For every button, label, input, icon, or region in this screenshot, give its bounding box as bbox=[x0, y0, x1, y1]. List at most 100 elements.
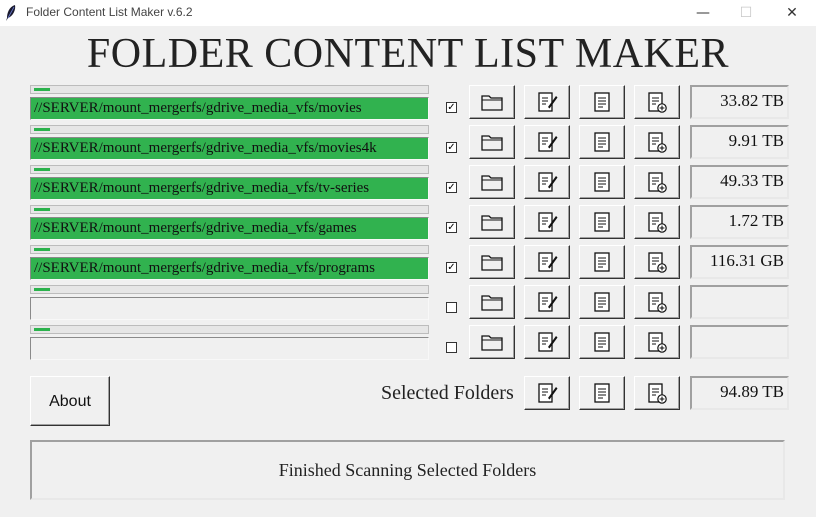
folder-path-field[interactable]: //SERVER/mount_mergerfs/gdrive_media_vfs… bbox=[30, 177, 429, 200]
close-button[interactable]: ✕ bbox=[770, 0, 814, 26]
list-document-icon bbox=[594, 383, 610, 403]
edit-list-button[interactable] bbox=[524, 85, 570, 119]
progress-fill bbox=[34, 168, 50, 171]
browse-folder-button[interactable] bbox=[469, 125, 515, 159]
folder-path-field[interactable]: //SERVER/mount_mergerfs/gdrive_media_vfs… bbox=[30, 217, 429, 240]
browse-folder-button[interactable] bbox=[469, 325, 515, 359]
folder-checkbox[interactable]: ✓ bbox=[446, 222, 457, 233]
add-list-icon bbox=[648, 252, 667, 273]
add-list-button[interactable] bbox=[634, 325, 680, 359]
list-document-icon bbox=[594, 212, 610, 232]
selected-edit-list-button[interactable] bbox=[524, 376, 570, 410]
list-button[interactable] bbox=[579, 325, 625, 359]
folder-checkbox[interactable] bbox=[446, 302, 457, 313]
add-list-icon bbox=[648, 132, 667, 153]
folder-row: //SERVER/mount_mergerfs/gdrive_media_vfs… bbox=[0, 125, 816, 165]
scan-progress-bar bbox=[30, 165, 429, 174]
list-button[interactable] bbox=[579, 125, 625, 159]
folder-path-field[interactable] bbox=[30, 297, 429, 320]
about-button[interactable]: About bbox=[30, 376, 110, 426]
scan-progress-bar bbox=[30, 245, 429, 254]
list-button[interactable] bbox=[579, 285, 625, 319]
folder-size-display: 116.31 GB bbox=[690, 245, 789, 279]
list-button[interactable] bbox=[579, 85, 625, 119]
list-document-icon bbox=[594, 252, 610, 272]
edit-list-icon bbox=[538, 292, 558, 312]
folder-path-field[interactable] bbox=[30, 337, 429, 360]
browse-folder-button[interactable] bbox=[469, 165, 515, 199]
folder-icon bbox=[481, 295, 503, 311]
add-list-icon bbox=[648, 212, 667, 233]
folder-row: //SERVER/mount_mergerfs/gdrive_media_vfs… bbox=[0, 165, 816, 205]
minimize-button[interactable]: — bbox=[681, 0, 725, 26]
add-list-button[interactable] bbox=[634, 245, 680, 279]
feather-icon bbox=[6, 5, 16, 21]
edit-list-icon bbox=[538, 132, 558, 152]
add-list-button[interactable] bbox=[634, 285, 680, 319]
edit-list-icon bbox=[538, 92, 558, 112]
scan-progress-bar bbox=[30, 85, 429, 94]
folder-row bbox=[0, 325, 816, 365]
add-list-icon bbox=[648, 292, 667, 313]
add-list-icon bbox=[648, 332, 667, 353]
browse-folder-button[interactable] bbox=[469, 205, 515, 239]
folder-path-field[interactable]: //SERVER/mount_mergerfs/gdrive_media_vfs… bbox=[30, 137, 429, 160]
edit-list-button[interactable] bbox=[524, 205, 570, 239]
edit-list-button[interactable] bbox=[524, 125, 570, 159]
progress-fill bbox=[34, 248, 50, 251]
edit-list-icon bbox=[538, 332, 558, 352]
status-bar: Finished Scanning Selected Folders bbox=[30, 440, 785, 500]
folder-path-field[interactable]: //SERVER/mount_mergerfs/gdrive_media_vfs… bbox=[30, 97, 429, 120]
folder-checkbox[interactable]: ✓ bbox=[446, 102, 457, 113]
scan-progress-bar bbox=[30, 125, 429, 134]
scan-progress-bar bbox=[30, 205, 429, 214]
folder-icon bbox=[481, 335, 503, 351]
maximize-button[interactable]: ☐ bbox=[724, 0, 768, 26]
folder-icon bbox=[481, 95, 503, 111]
list-button[interactable] bbox=[579, 245, 625, 279]
progress-fill bbox=[34, 88, 50, 91]
folder-row: //SERVER/mount_mergerfs/gdrive_media_vfs… bbox=[0, 205, 816, 245]
list-document-icon bbox=[594, 92, 610, 112]
list-document-icon bbox=[594, 292, 610, 312]
folder-checkbox[interactable] bbox=[446, 342, 457, 353]
add-list-icon bbox=[648, 92, 667, 113]
folder-row: //SERVER/mount_mergerfs/gdrive_media_vfs… bbox=[0, 245, 816, 285]
folder-icon bbox=[481, 135, 503, 151]
progress-fill bbox=[34, 208, 50, 211]
folder-size-display: 1.72 TB bbox=[690, 205, 789, 239]
list-document-icon bbox=[594, 332, 610, 352]
folder-size-display: 33.82 TB bbox=[690, 85, 789, 119]
add-list-button[interactable] bbox=[634, 125, 680, 159]
edit-list-button[interactable] bbox=[524, 325, 570, 359]
selected-list-button[interactable] bbox=[579, 376, 625, 410]
progress-fill bbox=[34, 288, 50, 291]
folder-path-field[interactable]: //SERVER/mount_mergerfs/gdrive_media_vfs… bbox=[30, 257, 429, 280]
list-button[interactable] bbox=[579, 165, 625, 199]
add-list-button[interactable] bbox=[634, 165, 680, 199]
add-list-icon bbox=[648, 172, 667, 193]
selected-add-list-button[interactable] bbox=[634, 376, 680, 410]
list-document-icon bbox=[594, 172, 610, 192]
edit-list-icon bbox=[538, 252, 558, 272]
folder-row: //SERVER/mount_mergerfs/gdrive_media_vfs… bbox=[0, 85, 816, 125]
progress-fill bbox=[34, 128, 50, 131]
folder-checkbox[interactable]: ✓ bbox=[446, 182, 457, 193]
edit-list-button[interactable] bbox=[524, 285, 570, 319]
browse-folder-button[interactable] bbox=[469, 85, 515, 119]
title-bar: Folder Content List Maker v.6.2 — ☐ ✕ bbox=[0, 0, 816, 26]
add-list-button[interactable] bbox=[634, 205, 680, 239]
edit-list-button[interactable] bbox=[524, 165, 570, 199]
add-list-button[interactable] bbox=[634, 85, 680, 119]
folder-checkbox[interactable]: ✓ bbox=[446, 262, 457, 273]
scan-progress-bar bbox=[30, 285, 429, 294]
edit-list-button[interactable] bbox=[524, 245, 570, 279]
window-title: Folder Content List Maker v.6.2 bbox=[26, 5, 193, 19]
folder-checkbox[interactable]: ✓ bbox=[446, 142, 457, 153]
scan-progress-bar bbox=[30, 325, 429, 334]
folder-icon bbox=[481, 215, 503, 231]
list-button[interactable] bbox=[579, 205, 625, 239]
browse-folder-button[interactable] bbox=[469, 245, 515, 279]
browse-folder-button[interactable] bbox=[469, 285, 515, 319]
folder-size-display: 9.91 TB bbox=[690, 125, 789, 159]
